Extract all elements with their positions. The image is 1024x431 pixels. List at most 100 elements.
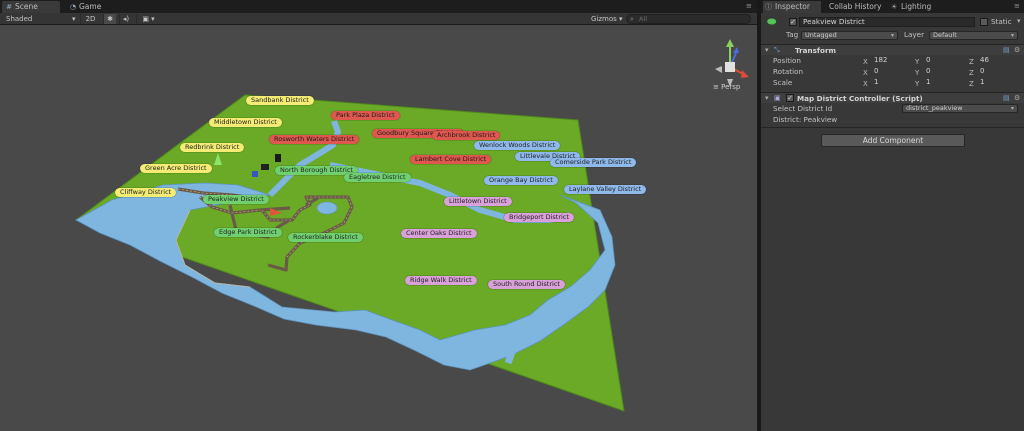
gizmos-dropdown[interactable]: Gizmos ▾ [591,14,623,24]
component-enabled-checkbox[interactable]: ✓ [786,94,794,102]
rotation-label: Rotation [773,67,804,76]
controller-header[interactable]: ▾ ▣ ✓ Map District Controller (Script) ▤… [761,92,1024,103]
lighting-toggle[interactable]: ✱ [103,14,116,24]
building-blue [252,171,258,177]
transform-title: Transform [795,46,837,55]
district-label[interactable]: Orange Bay District [484,176,558,185]
tab-lighting[interactable]: ☀ Lighting [889,1,939,13]
mode-2d-label: 2D [85,15,96,23]
pond [316,201,338,215]
scene-toolbar: Shaded ▾ 2D ✱ ◂) ▣ ▾ Gizmos ▾ ⌕ All [0,13,757,25]
foldout-arrow-icon: ▾ [765,94,769,102]
position-x-field[interactable]: 182 [871,57,915,66]
position-label: Position [773,56,801,65]
static-checkbox[interactable] [980,18,988,26]
district-label[interactable]: South Round District [488,280,565,289]
chevron-down-icon: ▾ [72,15,76,23]
image-icon: ▣ ▾ [142,15,155,23]
district-label[interactable]: Laylane Valley District [564,185,647,194]
effects-dropdown[interactable]: ▣ ▾ [136,14,160,24]
tab-game[interactable]: ◔ Game [66,1,116,13]
layer-value: Default [933,31,957,39]
tab-scene[interactable]: # Scene [2,1,60,13]
district-label[interactable]: Center Oaks District [401,229,477,238]
book-icon[interactable]: ▤ [1003,45,1010,56]
rotation-y-field[interactable]: 0 [923,68,967,77]
scale-z-field[interactable]: 1 [977,79,1021,88]
foldout-arrow-icon: ▾ [765,46,769,54]
axis-y-label: Y [915,80,920,88]
axis-x-label: X [863,69,868,77]
district-label[interactable]: Sandbank District [246,96,314,105]
position-z-field[interactable]: 46 [977,57,1021,66]
scale-y-field[interactable]: 1 [923,79,967,88]
chevron-down-icon: ▾ [619,15,623,23]
projection-label[interactable]: ≡ Persp [713,83,740,91]
layer-dropdown[interactable]: Default ▾ [929,31,1018,40]
rotation-z-field[interactable]: 0 [977,68,1021,77]
district-id-value: district_peakview [906,104,963,112]
mode-2d-toggle[interactable]: 2D [80,14,100,24]
building-dark [261,164,269,170]
tab-inspector-label: Inspector [775,2,810,11]
district-label[interactable]: Ridge Walk District [405,276,477,285]
district-label[interactable]: Archbrook District [432,131,501,140]
tab-lighting-label: Lighting [901,2,932,11]
axis-x-label: X [863,58,868,66]
district-label[interactable]: Comerside Park District [550,158,637,167]
tab-scene-label: Scene [15,2,38,11]
hash-icon: # [6,3,12,11]
district-label[interactable]: Bridgeport District [504,213,574,222]
scene-tabbar: # Scene ◔ Game ≡ [0,0,757,13]
tag-value: Untagged [805,31,837,39]
object-name-field[interactable]: Peakview District [799,17,975,27]
search-placeholder: All [639,15,648,23]
district-label[interactable]: Eagletree District [344,173,411,182]
axis-z-label: Z [969,69,974,77]
add-component-button[interactable]: Add Component [821,134,965,147]
tab-inspector[interactable]: ⓘ Inspector [763,1,821,13]
district-label[interactable]: Middletown District [209,118,282,127]
axis-x-label: X [863,80,868,88]
tab-collab-label: Collab History [829,2,882,11]
panel-menu-icon[interactable]: ≡ [746,2,752,10]
scene-viewport[interactable]: Sandbank District Middletown District Re… [0,25,757,431]
unity-editor: # Scene ◔ Game ≡ Shaded ▾ 2D ✱ ◂) ▣ ▾ Gi… [0,0,1024,431]
lightbulb-icon: ☀ [891,3,898,11]
gear-icon[interactable]: ⚙ [1014,93,1020,104]
district-label[interactable]: Rosworth Waters District [269,135,360,144]
chevron-down-icon: ▾ [1010,32,1014,39]
shading-mode-dropdown[interactable]: Shaded ▾ [6,14,76,24]
tab-collab-history[interactable]: Collab History [823,1,889,13]
scale-x-field[interactable]: 1 [871,79,915,88]
panel-menu-icon[interactable]: ≡ [1014,2,1020,10]
axis-z-label: Z [969,80,974,88]
district-label[interactable]: Cliffway District [115,188,177,197]
district-label[interactable]: Peakview District [203,195,269,204]
district-label[interactable]: Rockerblake District [288,233,363,242]
building-dark-2 [275,154,281,162]
district-id-dropdown[interactable]: district_peakview ▾ [902,104,1018,113]
select-district-label: Select District Id [773,104,833,113]
gear-icon[interactable]: ⚙ [1014,45,1020,56]
active-checkbox[interactable]: ✓ [789,18,797,26]
divider [761,127,1024,128]
district-label[interactable]: Wenlock Woods District [474,141,561,150]
scene-panel: # Scene ◔ Game ≡ Shaded ▾ 2D ✱ ◂) ▣ ▾ Gi… [0,0,757,431]
position-y-field[interactable]: 0 [923,57,967,66]
audio-toggle[interactable]: ◂) [119,14,132,24]
transform-header[interactable]: ▾ ⤡ Transform ▤ ⚙ [761,44,1024,55]
shading-mode-label: Shaded [6,15,33,23]
city-map [74,94,625,412]
search-input[interactable]: ⌕ All [626,14,751,24]
chevron-down-icon[interactable]: ▾ [1017,16,1021,27]
district-label[interactable]: Lambert Cove District [410,155,492,164]
book-icon[interactable]: ▤ [1003,93,1010,104]
district-label[interactable]: Edge Park District [214,228,282,237]
district-label[interactable]: Park Plaza District [331,111,400,120]
district-label[interactable]: Redbrink District [180,143,245,152]
district-label[interactable]: Green Acre District [140,164,212,173]
rotation-x-field[interactable]: 0 [871,68,915,77]
tag-dropdown[interactable]: Untagged ▾ [801,31,898,40]
district-label[interactable]: Littletown District [444,197,512,206]
